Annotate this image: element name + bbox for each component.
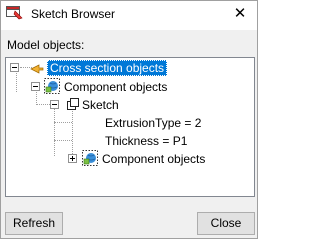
model-objects-label: Model objects:: [7, 38, 85, 52]
tree-node-label[interactable]: Sketch: [82, 98, 119, 112]
tree-node-extrusion-type[interactable]: ExtrusionType = 2: [6, 114, 256, 132]
tree-node-component-objects[interactable]: Component objects: [6, 78, 256, 96]
model-objects-tree[interactable]: Cross section objects Component objects: [5, 57, 255, 197]
collapse-toggle[interactable]: [50, 100, 59, 109]
refresh-button[interactable]: Refresh: [5, 212, 63, 235]
tree-node-label[interactable]: Component objects: [102, 152, 205, 166]
component-objects-icon: [44, 78, 60, 97]
tree-node-label[interactable]: ExtrusionType = 2: [105, 116, 201, 130]
collapse-toggle[interactable]: [31, 82, 40, 91]
tree-node-label[interactable]: Thickness = P1: [105, 134, 187, 148]
tree-node-nested-component-objects[interactable]: Component objects: [6, 150, 256, 168]
title-bar[interactable]: Sketch Browser ✕: [1, 1, 257, 30]
close-window-icon[interactable]: ✕: [227, 3, 253, 25]
expand-toggle[interactable]: [68, 154, 77, 163]
close-button[interactable]: Close: [197, 212, 255, 235]
tree-node-thickness[interactable]: Thickness = P1: [6, 132, 256, 150]
sketch-browser-window: Sketch Browser ✕ Model objects: Cross se…: [0, 0, 258, 239]
sketch-browser-app-icon: [6, 6, 24, 20]
sketch-icon: [67, 98, 79, 113]
window-title: Sketch Browser: [31, 7, 116, 21]
tree-node-cross-section-objects[interactable]: Cross section objects: [6, 59, 256, 77]
tree-node-label[interactable]: Cross section objects: [47, 60, 168, 76]
tree-node-sketch[interactable]: Sketch: [6, 96, 256, 114]
component-objects-icon: [82, 150, 98, 169]
collapse-toggle[interactable]: [10, 63, 19, 72]
tree-node-label[interactable]: Component objects: [64, 80, 167, 94]
cross-section-icon: [30, 63, 44, 77]
